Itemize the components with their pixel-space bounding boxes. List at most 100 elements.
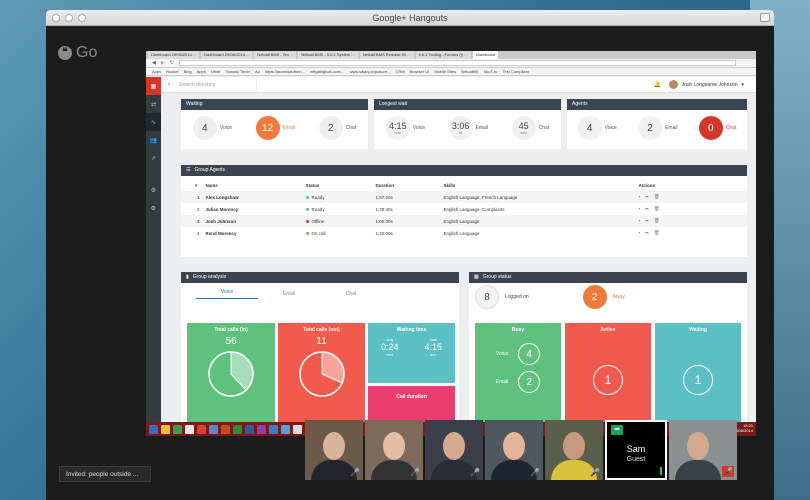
- bookmark[interactable]: NetcallBS: [461, 69, 479, 74]
- bell-icon[interactable]: 🔔: [654, 81, 661, 88]
- participant-video[interactable]: 🎤: [425, 420, 483, 480]
- minimize-window-button[interactable]: [65, 14, 73, 22]
- table-row: 4 Rend Morency On call 1:32:00s English …: [181, 227, 747, 239]
- browser-address-bar: ◀ ▶ ↻: [146, 59, 756, 68]
- participant-video[interactable]: 🎤: [669, 420, 737, 480]
- participant-video[interactable]: 🎤: [305, 420, 363, 480]
- forward-icon[interactable]: ➦: [645, 206, 654, 211]
- browser-tab-active[interactable]: Dashboard: [472, 51, 499, 59]
- bookmark[interactable]: Rocket: [166, 69, 178, 74]
- browser-tab[interactable]: Netcall BMS - 5.6.1 System ...: [298, 51, 358, 59]
- browser-tab[interactable]: Dashboard 25/06/2014 ...: [148, 51, 200, 59]
- bookmark[interactable]: Test Compliant: [502, 69, 528, 74]
- excel-icon[interactable]: [233, 424, 242, 434]
- participant-sam[interactable]: ➦ Sam Guest: [605, 420, 667, 480]
- app-icon[interactable]: [185, 424, 194, 434]
- grid-icon: ▦: [474, 274, 479, 280]
- logged-on-value: 8: [475, 285, 499, 309]
- avg-unit: min: [386, 352, 393, 357]
- bookmark[interactable]: https://accessauthen...: [265, 69, 305, 74]
- longest-wait-panel: Longest wait 4:15 min Voice 3:06 hr Email: [374, 99, 561, 149]
- participant-video[interactable]: 🎤: [365, 420, 423, 480]
- grid-icon[interactable]: ▦: [146, 77, 161, 95]
- bar-chart-icon: ▮: [186, 274, 189, 280]
- app-icon[interactable]: [209, 424, 218, 434]
- bookmark[interactable]: Au: [255, 69, 260, 74]
- browser-tab[interactable]: Dashboard 25/06/2014 ...: [201, 51, 253, 59]
- trash-icon[interactable]: 🗑: [654, 230, 665, 235]
- status-dot: [305, 195, 309, 199]
- bookmark[interactable]: Apps: [152, 69, 161, 74]
- trash-icon[interactable]: 🗑: [654, 218, 665, 223]
- user-menu[interactable]: Josh Longname Johnson ▾: [668, 80, 744, 89]
- chrome-icon[interactable]: [197, 424, 206, 434]
- bookmark[interactable]: Browser UI: [410, 69, 430, 74]
- forward-icon[interactable]: ▶: [161, 60, 165, 66]
- agents-table: # Name Status Duration Skills Actions 1 …: [181, 180, 747, 239]
- forward-icon[interactable]: ➦: [645, 194, 654, 199]
- row-actions: ▪➦🗑: [635, 215, 747, 227]
- stat-value: 4: [192, 116, 217, 140]
- trash-icon[interactable]: 🗑: [654, 206, 665, 211]
- chevron-left-icon[interactable]: ‹: [161, 81, 177, 88]
- stat-value: 2: [318, 116, 343, 140]
- waiting-email: 12 Email: [255, 116, 295, 140]
- users-icon[interactable]: 👥: [146, 131, 161, 149]
- pulse-icon[interactable]: ∿: [146, 113, 161, 131]
- back-icon[interactable]: ◀: [152, 60, 156, 66]
- browser-tab[interactable]: Netcall BMS Release 00 ...: [359, 51, 414, 59]
- tab-chat[interactable]: Chat: [320, 291, 382, 297]
- busy-voice-label: Voice: [495, 351, 509, 357]
- start-icon[interactable]: [149, 424, 158, 434]
- explorer-icon[interactable]: [161, 424, 170, 434]
- shared-screen: Dashboard 25/06/2014 ... Dashboard 25/06…: [146, 51, 756, 436]
- app-icon[interactable]: [293, 424, 302, 434]
- search-input[interactable]: Search directory: [177, 76, 257, 93]
- cell: 1: [181, 191, 203, 203]
- gear-icon[interactable]: ⚙: [146, 199, 161, 217]
- tile-title: Busy: [511, 327, 525, 333]
- tab-voice[interactable]: Voice: [196, 289, 258, 299]
- participant-role: Guest: [626, 456, 646, 463]
- bookmark[interactable]: netgaingloal.com/...: [310, 69, 345, 74]
- table-row: 2 Julian Morency Ready 1:30:40s English …: [181, 203, 747, 215]
- fullscreen-button[interactable]: [760, 13, 770, 22]
- total-calls-in-tile: Total calls (in) 56: [187, 323, 275, 422]
- tab-email[interactable]: Email: [258, 291, 320, 297]
- onenote-icon[interactable]: [257, 424, 266, 434]
- tile-title: Total calls (out): [303, 327, 340, 333]
- bookmark[interactable]: www.salary.exposure...: [350, 69, 391, 74]
- reload-icon[interactable]: ↻: [170, 60, 174, 66]
- bookmark[interactable]: Tomato Timer: [226, 69, 250, 74]
- gear-icon[interactable]: ⚙: [146, 181, 161, 199]
- bookmark[interactable]: SkoT-fo: [484, 69, 498, 74]
- bookmark[interactable]: Bing: [184, 69, 192, 74]
- participant-video[interactable]: 🎤: [545, 420, 603, 480]
- close-window-button[interactable]: [52, 14, 60, 22]
- participant-filmstrip: 🎤 🎤 🎤 🎤 🎤 ➦ Sam Guest 🎤: [305, 420, 737, 480]
- trash-icon[interactable]: 🗑: [654, 194, 665, 199]
- browser-tab[interactable]: Netcall BMS - Sm ...: [254, 51, 297, 59]
- invited-notice[interactable]: Invited: people outside ...: [59, 466, 151, 482]
- bookmark[interactable]: CRM: [395, 69, 404, 74]
- bookmark[interactable]: Other: [211, 69, 221, 74]
- stat-label: Voice: [219, 125, 233, 131]
- url-input[interactable]: [178, 60, 736, 66]
- app-icon[interactable]: [281, 424, 290, 434]
- participant-video[interactable]: 🎤: [485, 420, 543, 480]
- maximize-window-button[interactable]: [78, 14, 86, 22]
- agents-chat: 0 Chat: [698, 116, 736, 140]
- app-icon[interactable]: [173, 424, 182, 434]
- powerpoint-icon[interactable]: [221, 424, 230, 434]
- browser-tab[interactable]: 5.6.1 Tooling - Forums (f) ...: [415, 51, 471, 59]
- outlook-icon[interactable]: [269, 424, 278, 434]
- column-header: Status: [305, 183, 320, 188]
- word-icon[interactable]: [245, 424, 254, 434]
- chart-icon[interactable]: ↗: [146, 149, 161, 167]
- bookmark[interactable]: Mobile Sites: [434, 69, 456, 74]
- agents-voice: 4 Voice: [577, 116, 617, 140]
- forward-icon[interactable]: ➦: [645, 218, 654, 223]
- arrows-icon[interactable]: ⇄: [146, 95, 161, 113]
- forward-icon[interactable]: ➦: [645, 230, 654, 235]
- bookmark[interactable]: Apps: [197, 69, 206, 74]
